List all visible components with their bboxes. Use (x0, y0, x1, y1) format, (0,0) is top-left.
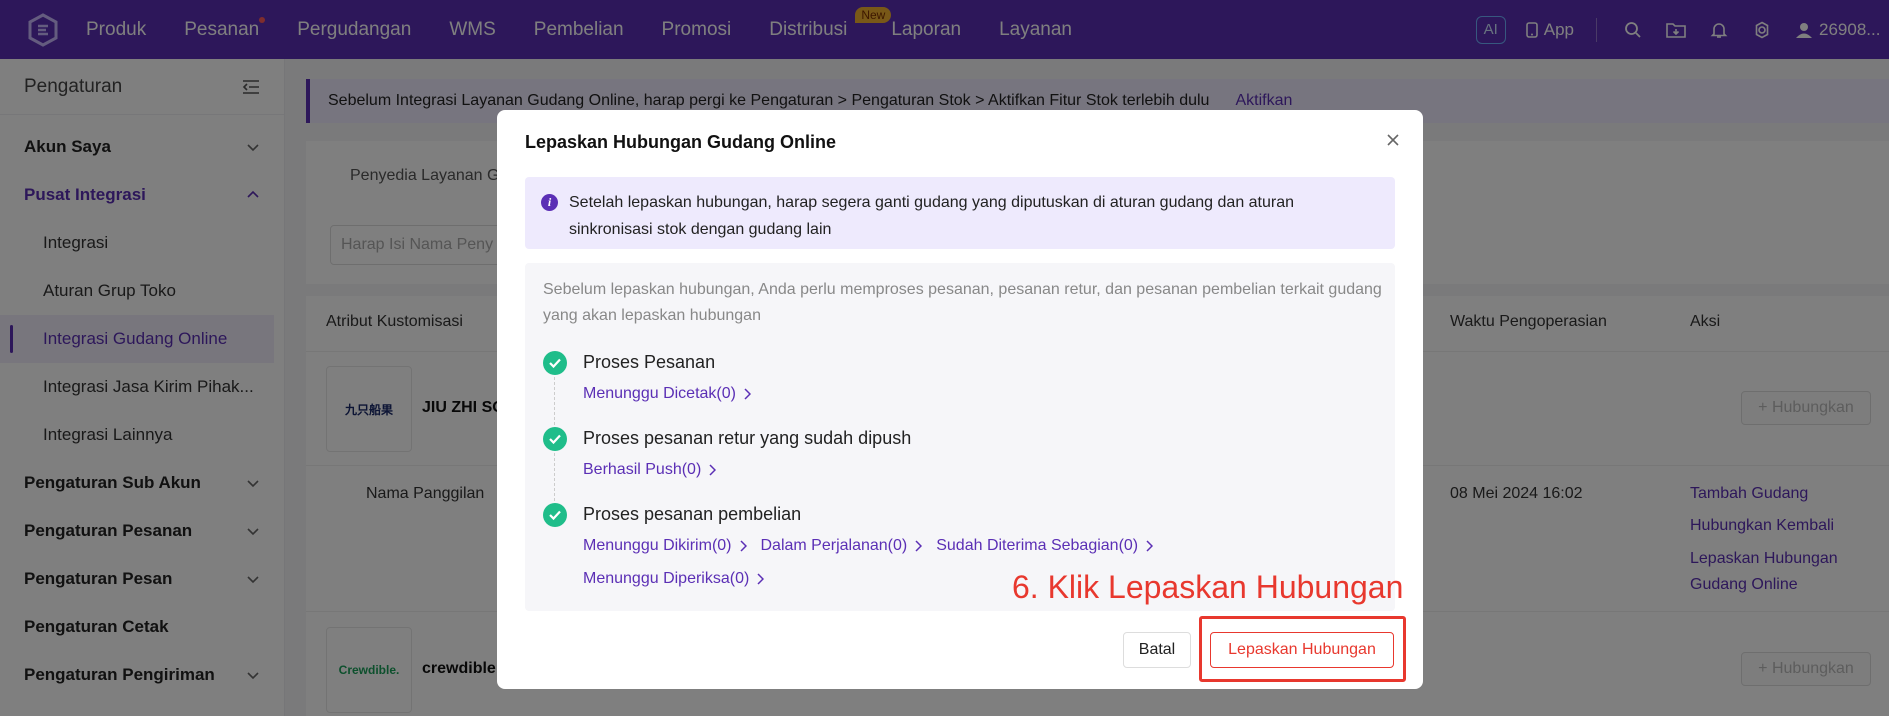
link-label: Menunggu Dikirim(0) (583, 537, 732, 554)
link-label: Berhasil Push(0) (583, 461, 702, 478)
awaiting-shipment-link[interactable]: Menunggu Dikirim(0) (583, 537, 747, 555)
awaiting-inspection-link[interactable]: Menunggu Diperiksa(0) (583, 570, 765, 588)
link-label: Menunggu Diperiksa(0) (583, 570, 750, 587)
link-label: Dalam Perjalanan(0) (760, 537, 908, 554)
step-links: Menunggu Diperiksa(0) (583, 570, 778, 588)
step-title: Proses Pesanan (583, 352, 716, 372)
in-transit-link[interactable]: Dalam Perjalanan(0) (761, 537, 923, 555)
info-icon: i (541, 194, 558, 211)
check-circle-icon (543, 427, 567, 451)
check-circle-icon (543, 503, 567, 527)
step-title: Proses pesanan pembelian (583, 504, 802, 524)
steps-intro: Sebelum lepaskan hubungan, Anda perlu me… (543, 281, 1382, 324)
chevron-right-icon (915, 540, 923, 552)
link-label: Menunggu Dicetak(0) (583, 385, 736, 402)
annotation-highlight-box (1199, 616, 1406, 682)
dialog-title: Lepaskan Hubungan Gudang Online (525, 132, 837, 152)
info-notice: i Setelah lepaskan hubungan, harap seger… (525, 177, 1395, 249)
partially-received-link[interactable]: Sudah Diterima Sebagian(0) (936, 537, 1154, 555)
cancel-button[interactable]: Batal (1123, 632, 1191, 668)
step-links: Menunggu Dikirim(0) Dalam Perjalanan(0) … (583, 537, 1167, 555)
chevron-right-icon (709, 464, 717, 476)
push-success-link[interactable]: Berhasil Push(0) (583, 461, 717, 479)
chevron-right-icon (757, 573, 765, 585)
step-connector (554, 377, 555, 425)
chevron-right-icon (744, 388, 751, 400)
chevron-right-icon (1146, 540, 1154, 552)
chevron-right-icon (739, 540, 747, 552)
awaiting-print-link[interactable]: Menunggu Dicetak(0) (583, 385, 751, 403)
step-title: Proses pesanan retur yang sudah dipush (583, 428, 912, 448)
step-links: Berhasil Push(0) (583, 461, 730, 479)
close-icon[interactable] (1385, 132, 1401, 148)
pre-release-steps: Sebelum lepaskan hubungan, Anda perlu me… (525, 263, 1395, 611)
step-connector (554, 453, 555, 501)
info-text: Setelah lepaskan hubungan, harap segera … (569, 194, 1295, 238)
link-label: Sudah Diterima Sebagian(0) (936, 537, 1139, 554)
check-circle-icon (543, 351, 567, 375)
step-links: Menunggu Dicetak(0) (583, 385, 765, 403)
tutorial-annotation: 6. Klik Lepaskan Hubungan (1012, 569, 1404, 605)
